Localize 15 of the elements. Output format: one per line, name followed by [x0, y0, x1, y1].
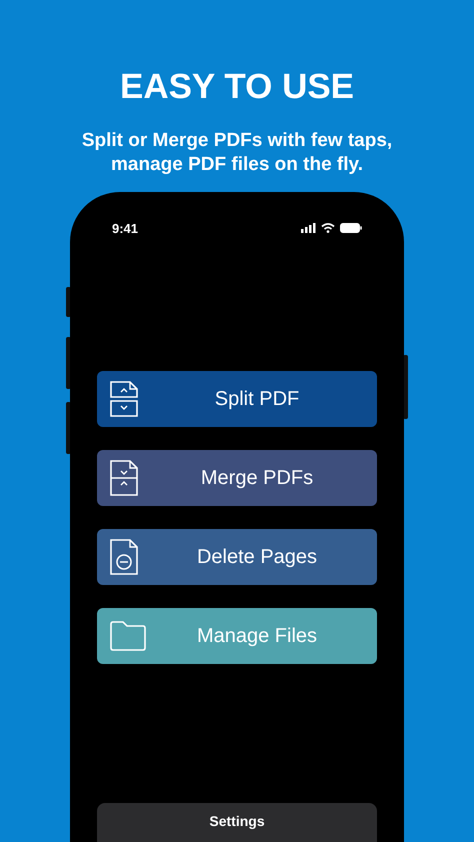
split-document-icon — [110, 381, 138, 417]
wifi-icon — [321, 223, 335, 233]
action-button[interactable]: Split PDF — [97, 371, 377, 427]
action-button[interactable]: Delete Pages — [97, 529, 377, 585]
signal-icon — [301, 223, 316, 233]
subtitle-line: Split or Merge PDFs with few taps, — [82, 129, 392, 153]
folder-icon — [110, 621, 146, 651]
battery-icon — [340, 223, 362, 233]
headline: EASY TO USE — [120, 67, 354, 107]
subtitle-line: manage PDF files on the fly. — [111, 153, 363, 177]
document-minus-icon — [110, 539, 138, 575]
status-time: 9:41 — [112, 220, 138, 236]
settings-button[interactable]: Settings — [97, 803, 377, 842]
action-button[interactable]: Merge PDFs — [97, 450, 377, 506]
merge-document-icon — [110, 460, 138, 496]
